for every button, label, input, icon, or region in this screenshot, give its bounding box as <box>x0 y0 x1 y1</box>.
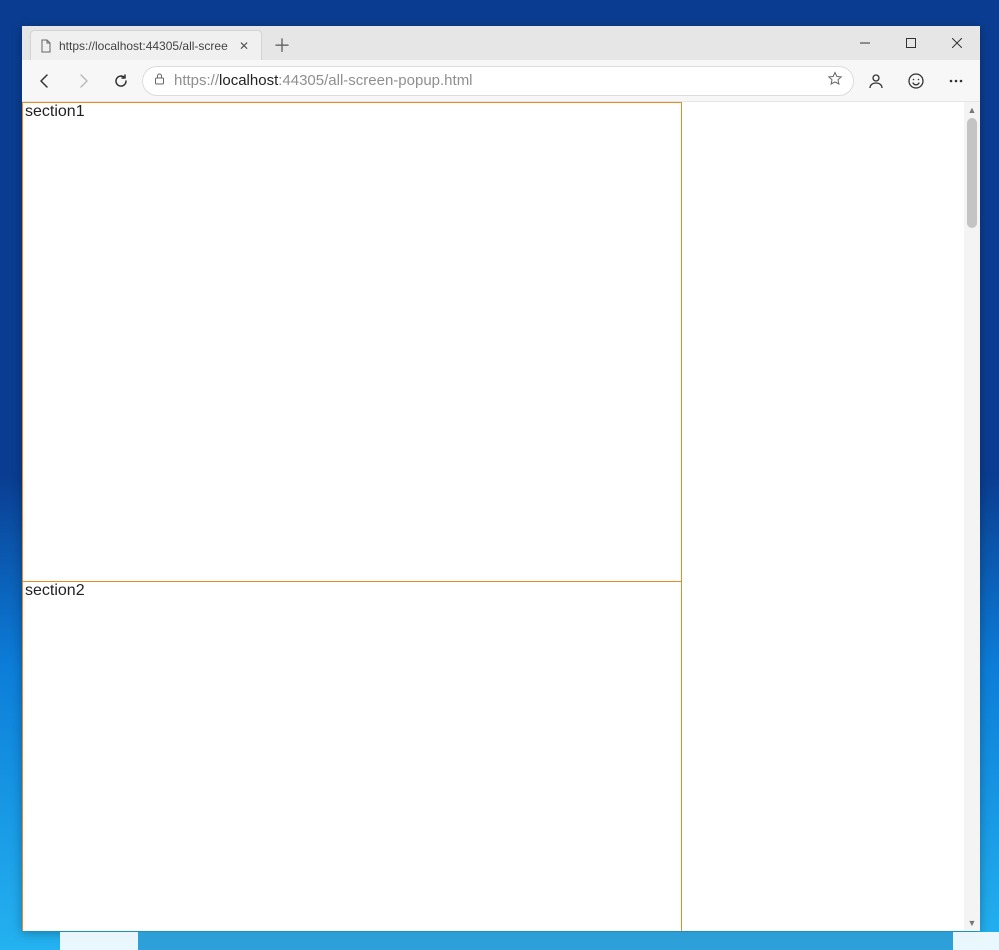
minimize-button[interactable] <box>842 26 888 60</box>
section-1-label: section1 <box>25 103 85 120</box>
window-controls <box>842 26 980 60</box>
address-text: https://localhost:44305/all-screen-popup… <box>174 72 819 89</box>
url-scheme: https:// <box>174 72 219 89</box>
refresh-button[interactable] <box>104 66 138 96</box>
profile-button[interactable] <box>858 66 894 96</box>
scroll-up-arrow[interactable]: ▲ <box>964 102 980 118</box>
desktop-taskbar-hint <box>0 932 999 950</box>
more-button[interactable] <box>938 66 974 96</box>
maximize-button[interactable] <box>888 26 934 60</box>
back-button[interactable] <box>28 66 62 96</box>
content-viewport: section1 section2 ▲ ▼ <box>22 102 980 931</box>
new-tab-button[interactable]: ＋ <box>262 30 302 60</box>
favorite-icon[interactable] <box>827 71 843 91</box>
address-bar[interactable]: https://localhost:44305/all-screen-popup… <box>142 66 854 96</box>
section-2-label: section2 <box>25 582 85 599</box>
page-icon <box>39 39 53 53</box>
url-rest: :44305/all-screen-popup.html <box>278 72 472 89</box>
browser-window: https://localhost:44305/all-scree ✕ ＋ <box>22 26 980 931</box>
url-host: localhost <box>219 72 278 89</box>
forward-button[interactable] <box>66 66 100 96</box>
close-window-button[interactable] <box>934 26 980 60</box>
feedback-button[interactable] <box>898 66 934 96</box>
page-body: section1 section2 <box>22 102 964 931</box>
lock-icon <box>153 72 166 89</box>
vertical-scrollbar[interactable]: ▲ ▼ <box>964 102 980 931</box>
section-1: section1 <box>22 102 682 582</box>
tab-title: https://localhost:44305/all-scree <box>59 39 229 53</box>
scroll-down-arrow[interactable]: ▼ <box>964 915 980 931</box>
titlebar: https://localhost:44305/all-scree ✕ ＋ <box>22 26 980 60</box>
toolbar: https://localhost:44305/all-screen-popup… <box>22 60 980 102</box>
section-2: section2 <box>22 582 682 931</box>
browser-tab[interactable]: https://localhost:44305/all-scree ✕ <box>30 30 262 60</box>
scroll-thumb[interactable] <box>967 118 977 228</box>
tab-close-button[interactable]: ✕ <box>235 39 253 53</box>
